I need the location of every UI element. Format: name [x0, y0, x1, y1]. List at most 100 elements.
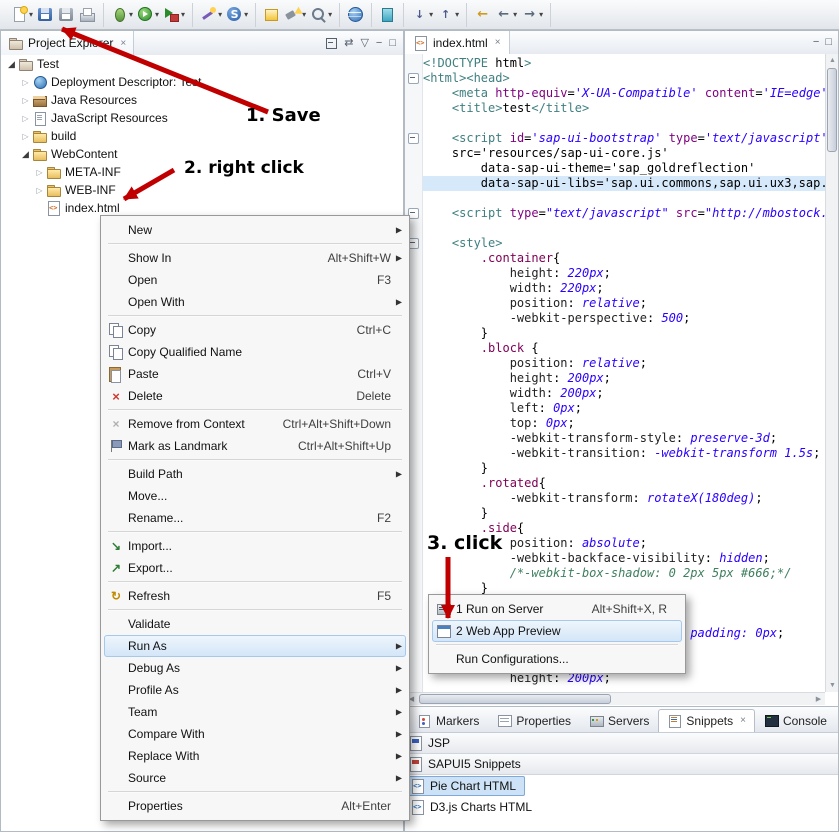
web-browser-button[interactable] [345, 5, 366, 24]
menu-item-debug-as[interactable]: Debug As▶ [104, 657, 406, 679]
back-button[interactable]: ←▾ [493, 5, 519, 24]
dropdown-arrow-icon[interactable]: ▾ [429, 10, 433, 19]
new-button[interactable]: ▾ [9, 5, 35, 24]
menu-item-team[interactable]: Team▶ [104, 701, 406, 723]
dropdown-arrow-icon[interactable]: ▾ [455, 10, 459, 19]
debug-button[interactable]: ▾ [109, 5, 135, 24]
next-annotation-button[interactable]: ↓▾ [409, 5, 435, 24]
menu-item-show-in[interactable]: Show InAlt+Shift+W▶ [104, 247, 406, 269]
sap-tools-button[interactable]: S▾ [224, 5, 250, 24]
tab-markers[interactable]: Markers [408, 709, 488, 732]
close-icon[interactable]: × [120, 38, 126, 49]
snippet-item-d3-js-charts-html[interactable]: D3.js Charts HTML [405, 796, 838, 817]
forward-button[interactable]: →▾ [519, 5, 545, 24]
minimize-icon[interactable]: − [376, 38, 382, 49]
dropdown-arrow-icon[interactable]: ▾ [302, 10, 306, 19]
menu-item-run-as[interactable]: Run As▶ [104, 635, 406, 657]
menu-item-remove-from-context[interactable]: ×Remove from ContextCtrl+Alt+Shift+Down [104, 413, 406, 435]
tab-servers[interactable]: Servers [580, 709, 658, 732]
maximize-icon[interactable]: □ [825, 37, 832, 48]
expand-arrow-icon[interactable]: ▷ [19, 114, 32, 123]
editor-tab-index-html[interactable]: index.html × [405, 31, 510, 54]
collapse-arrow-icon[interactable]: ◢ [5, 59, 18, 70]
menu-item-rename[interactable]: Rename...F2 [104, 507, 406, 529]
run-button[interactable]: ▾ [135, 5, 161, 24]
last-edit-location-button[interactable]: ← [472, 5, 493, 24]
tree-item-javascript-resources[interactable]: ▷JavaScript Resources [1, 109, 403, 127]
external-tools-button[interactable]: ▾ [161, 5, 187, 24]
dropdown-arrow-icon[interactable]: ▾ [328, 10, 332, 19]
menu-item-import[interactable]: ↘Import... [104, 535, 406, 557]
previous-annotation-button[interactable]: ↑▾ [435, 5, 461, 24]
dropdown-arrow-icon[interactable]: ▾ [539, 10, 543, 19]
menu-item-copy-qualified-name[interactable]: Copy Qualified Name [104, 341, 406, 363]
link-with-editor-icon[interactable]: ⇄ [344, 38, 353, 49]
collapse-all-icon[interactable] [326, 38, 337, 49]
snippet-item-pie-chart-html[interactable]: Pie Chart HTML [405, 775, 838, 796]
scrollbar-thumb[interactable] [419, 694, 611, 704]
menu-item-replace-with[interactable]: Replace With▶ [104, 745, 406, 767]
dropdown-arrow-icon[interactable]: ▾ [218, 10, 222, 19]
menu-item-delete[interactable]: ×DeleteDelete [104, 385, 406, 407]
tree-item-java-resources[interactable]: ▷Java Resources [1, 91, 403, 109]
menu-item-mark-as-landmark[interactable]: Mark as LandmarkCtrl+Alt+Shift+Up [104, 435, 406, 457]
tab-snippets[interactable]: Snippets× [658, 709, 755, 732]
tree-item-test[interactable]: ◢Test [1, 55, 403, 73]
collapse-arrow-icon[interactable]: ◢ [19, 149, 32, 160]
dropdown-arrow-icon[interactable]: ▾ [129, 10, 133, 19]
menu-item-export[interactable]: ↗Export... [104, 557, 406, 579]
menu-item-paste[interactable]: PasteCtrl+V [104, 363, 406, 385]
close-icon[interactable]: × [495, 37, 501, 48]
dropdown-arrow-icon[interactable]: ▾ [244, 10, 248, 19]
expand-arrow-icon[interactable]: ▷ [19, 132, 32, 141]
menu-item-move[interactable]: Move... [104, 485, 406, 507]
menu-item-copy[interactable]: CopyCtrl+C [104, 319, 406, 341]
expand-arrow-icon[interactable]: ▷ [19, 78, 32, 87]
tab-properties[interactable]: Properties [488, 709, 580, 732]
expand-arrow-icon[interactable]: ▷ [33, 168, 46, 177]
menu-item-properties[interactable]: PropertiesAlt+Enter [104, 795, 406, 817]
scrollbar-thumb[interactable] [827, 68, 837, 152]
save-button[interactable] [35, 5, 56, 24]
menu-item-1-run-on-server[interactable]: 1 Run on ServerAlt+Shift+X, R [432, 598, 682, 620]
editor-vertical-scrollbar[interactable]: ▲ ▼ [825, 54, 838, 692]
close-icon[interactable]: × [740, 715, 746, 726]
search-button[interactable]: ▾ [282, 5, 308, 24]
tree-item-web-inf[interactable]: ▷WEB-INF [1, 181, 403, 199]
menu-item-validate[interactable]: Validate [104, 613, 406, 635]
view-menu-icon[interactable]: ▽ [360, 38, 368, 49]
open-resource-button[interactable]: ▾ [308, 5, 334, 24]
snippet-drawer-jsp[interactable]: JSP [405, 733, 838, 754]
print-button[interactable] [77, 5, 98, 24]
snippet-drawer-sapui5-snippets[interactable]: SAPUI5 Snippets [405, 754, 838, 775]
bookmark-button[interactable] [377, 5, 398, 24]
menu-item-profile-as[interactable]: Profile As▶ [104, 679, 406, 701]
expand-arrow-icon[interactable]: ▷ [19, 96, 32, 105]
fold-collapse-icon[interactable] [408, 73, 419, 84]
menu-item-source[interactable]: Source▶ [104, 767, 406, 789]
maximize-icon[interactable]: □ [389, 38, 396, 49]
dropdown-arrow-icon[interactable]: ▾ [513, 10, 517, 19]
scroll-right-icon[interactable]: ▶ [812, 693, 825, 706]
tab-console[interactable]: Console [755, 709, 836, 732]
open-task-button[interactable] [261, 5, 282, 24]
menu-item-build-path[interactable]: Build Path▶ [104, 463, 406, 485]
fold-collapse-icon[interactable] [408, 133, 419, 144]
tree-item-build[interactable]: ▷build [1, 127, 403, 145]
project-explorer-tab[interactable]: Project Explorer × [1, 31, 134, 55]
new-wizard-button[interactable]: ▾ [198, 5, 224, 24]
dropdown-arrow-icon[interactable]: ▾ [155, 10, 159, 19]
minimize-icon[interactable]: − [813, 37, 819, 48]
dropdown-arrow-icon[interactable]: ▾ [29, 10, 33, 19]
menu-item-refresh[interactable]: ↻RefreshF5 [104, 585, 406, 607]
menu-item-compare-with[interactable]: Compare With▶ [104, 723, 406, 745]
menu-item-2-web-app-preview[interactable]: 2 Web App Preview [432, 620, 682, 642]
tree-item-deployment-descriptor-test[interactable]: ▷Deployment Descriptor: Test [1, 73, 403, 91]
save-all-button[interactable] [56, 5, 77, 24]
menu-item-run-configurations[interactable]: Run Configurations... [432, 648, 682, 670]
menu-item-open[interactable]: OpenF3 [104, 269, 406, 291]
expand-arrow-icon[interactable]: ▷ [33, 186, 46, 195]
dropdown-arrow-icon[interactable]: ▾ [181, 10, 185, 19]
menu-item-open-with[interactable]: Open With▶ [104, 291, 406, 313]
scroll-up-icon[interactable]: ▲ [826, 54, 839, 67]
